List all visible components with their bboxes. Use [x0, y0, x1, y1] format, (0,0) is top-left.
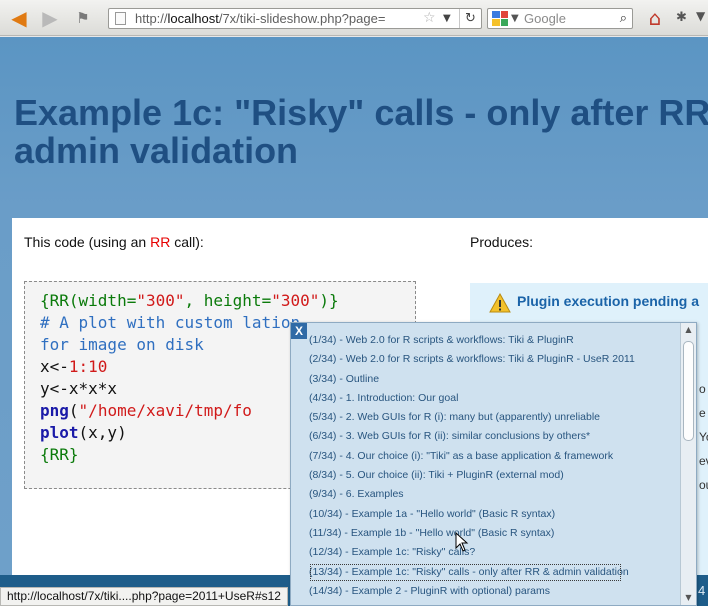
- slide-list-item[interactable]: (11/34) - Example 1b - "Hello world" (Ba…: [309, 524, 679, 543]
- warning-icon: [489, 293, 511, 313]
- slide-title-line: admin validation: [14, 130, 299, 171]
- plugin-pending-title: Plugin execution pending a: [517, 293, 700, 309]
- code-line: {RR(width="300", height="300")}: [40, 291, 339, 310]
- slide-list-item[interactable]: (7/34) - 4. Our choice (i): "Tiki" as a …: [309, 447, 679, 466]
- slide-page-number: 4: [698, 583, 706, 598]
- slide-list-item[interactable]: (8/34) - 5. Our choice (ii): Tiki + Plug…: [309, 466, 679, 485]
- slide-list-item[interactable]: (12/34) - Example 1c: "Risky" calls?: [309, 543, 679, 562]
- slide-title: Example 1c: "Risky" calls - only after R…: [14, 94, 708, 170]
- scroll-down-arrow-icon[interactable]: ▼: [681, 591, 696, 605]
- search-bar[interactable]: ▼ Google ⌕: [487, 8, 633, 29]
- slide-list-item[interactable]: (4/34) - 1. Introduction: Our goal: [309, 389, 679, 408]
- code-label: This code (using an RR call):: [24, 234, 204, 250]
- search-engine-dropdown-icon[interactable]: ▼: [511, 9, 519, 28]
- code-line: y<-x*x*x: [40, 379, 118, 398]
- pending-edge-fragment: e: [699, 406, 706, 420]
- search-icon[interactable]: ⌕: [620, 9, 627, 28]
- url-history-dropdown-icon[interactable]: ▼: [443, 9, 451, 28]
- status-bar-url: http://localhost/7x/tiki....php?page=201…: [0, 587, 288, 606]
- pending-text-edge: o e Yo ev ou: [699, 377, 708, 497]
- slide-list-item[interactable]: (2/34) - Web 2.0 for R scripts & workflo…: [309, 350, 679, 369]
- slide-list-menu: X (1/34) - Web 2.0 for R scripts & workf…: [290, 322, 697, 606]
- scroll-thumb[interactable]: [683, 341, 694, 441]
- slide-list-item-current[interactable]: (13/34) - Example 1c: "Risky" calls - on…: [309, 563, 629, 582]
- url-text: http://localhost/7x/tiki-slideshow.php?p…: [135, 11, 386, 26]
- feed-icon[interactable]: ⚑: [72, 7, 94, 29]
- slide-list-item[interactable]: (14/34) - Example 2 - PluginR with optio…: [309, 582, 679, 601]
- slide-list: (1/34) - Web 2.0 for R scripts & workflo…: [309, 331, 679, 605]
- search-placeholder: Google: [524, 11, 566, 26]
- code-line: # A plot with custom lation: [40, 313, 301, 332]
- code-line: png("/home/xavi/tmp/fo: [40, 401, 252, 420]
- pending-edge-fragment: ou: [699, 478, 708, 492]
- slide-list-item[interactable]: (9/34) - 6. Examples: [309, 485, 679, 504]
- pending-edge-fragment: o: [699, 382, 706, 396]
- scroll-up-arrow-icon[interactable]: ▲: [681, 323, 696, 337]
- slide-list-item[interactable]: (3/34) - Outline: [309, 370, 679, 389]
- slide-list-item[interactable]: (1/34) - Web 2.0 for R scripts & workflo…: [309, 331, 679, 350]
- forward-arrow-icon[interactable]: ▶: [38, 6, 62, 30]
- back-arrow-icon[interactable]: ◀: [6, 6, 32, 30]
- page-icon: [115, 12, 126, 25]
- reload-icon[interactable]: ↻: [459, 9, 481, 28]
- slide-list-item[interactable]: (15/34) - Example 3 - R Scripts: Web bas…: [309, 601, 679, 605]
- home-icon[interactable]: ⌂: [643, 6, 667, 30]
- slide-list-item[interactable]: (10/34) - Example 1a - "Hello world" (Ba…: [309, 505, 679, 524]
- close-menu-button[interactable]: X: [291, 323, 307, 339]
- url-bar[interactable]: http://localhost/7x/tiki-slideshow.php?p…: [108, 8, 482, 29]
- extension-icon[interactable]: ✱: [676, 10, 687, 25]
- bookmark-star-icon[interactable]: ☆: [423, 9, 436, 28]
- mouse-cursor-icon: [455, 532, 469, 552]
- slide-title-line: Example 1c: "Risky" calls - only after R…: [14, 92, 708, 133]
- menu-scrollbar[interactable]: ▲ ▼: [680, 323, 696, 605]
- browser-toolbar: ◀ ▶ ⚑ http://localhost/7x/tiki-slideshow…: [0, 0, 708, 36]
- pending-edge-fragment: ev: [699, 454, 708, 468]
- slide-list-item[interactable]: (5/34) - 2. Web GUIs for R (i): many but…: [309, 408, 679, 427]
- pending-edge-fragment: Yo: [699, 430, 708, 444]
- overflow-chevron-icon[interactable]: ▼: [696, 9, 705, 23]
- produces-label: Produces:: [470, 234, 534, 250]
- code-line: {RR}: [40, 445, 79, 464]
- code-line: plot(x,y): [40, 423, 127, 442]
- code-line: x<-1:10: [40, 357, 108, 376]
- search-engine-icon[interactable]: [492, 11, 508, 26]
- code-line: for image on disk: [40, 335, 204, 354]
- slide-list-item[interactable]: (6/34) - 3. Web GUIs for R (ii): similar…: [309, 427, 679, 446]
